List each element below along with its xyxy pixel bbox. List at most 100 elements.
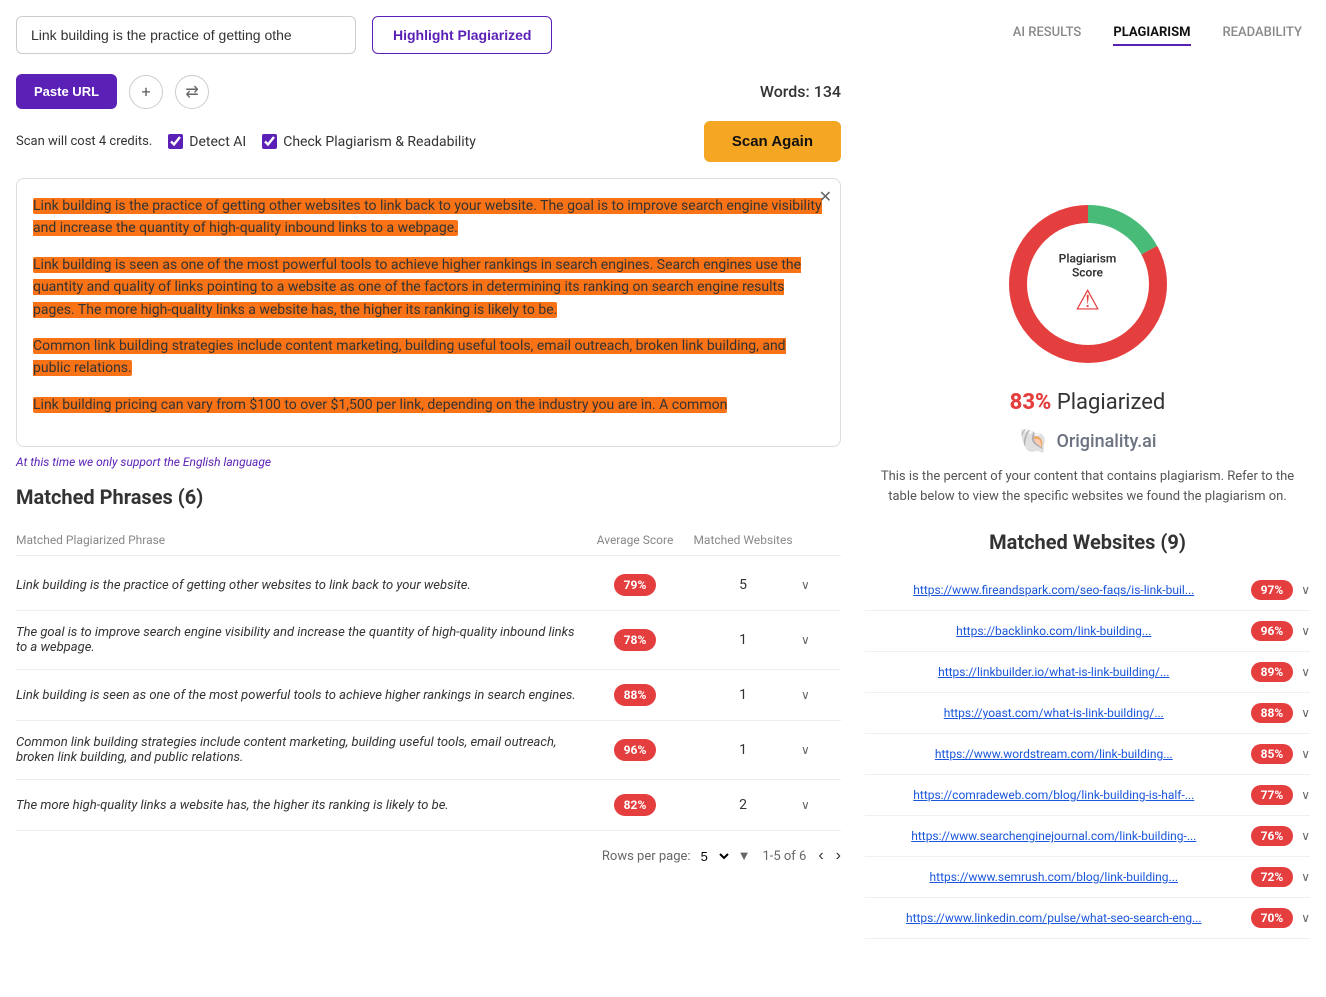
website-score-badge: 89% (1251, 662, 1294, 682)
website-expand-button[interactable]: ∨ (1301, 911, 1310, 925)
website-link[interactable]: https://linkbuilder.io/what-is-link-buil… (865, 665, 1243, 679)
phrase-text: Common link building strategies include … (16, 735, 577, 765)
matched-websites-title: Matched Websites (9) (865, 530, 1310, 554)
tab-ai-results[interactable]: AI RESULTS (1013, 25, 1082, 46)
website-row: https://backlinko.com/link-building... 9… (865, 611, 1310, 652)
score-pct: 83% (1010, 390, 1052, 415)
tab-readability[interactable]: READABILITY (1223, 25, 1303, 46)
score-badge: 82% (614, 794, 657, 816)
matched-count: 1 (693, 742, 793, 758)
detect-ai-checkbox-group: Detect AI (168, 134, 246, 150)
rows-per-page-select[interactable]: 5 10 25 (697, 848, 732, 865)
table-row: The more high-quality links a website ha… (16, 780, 841, 831)
col-header-phrase: Matched Plagiarized Phrase (16, 533, 577, 547)
scan-again-button[interactable]: Scan Again (704, 121, 841, 162)
expand-row-button[interactable]: ∨ (801, 633, 841, 647)
dropdown-chevron-icon: ▼ (738, 848, 751, 864)
website-row: https://comradeweb.com/blog/link-buildin… (865, 775, 1310, 816)
score-description: This is the percent of your content that… (865, 467, 1310, 506)
donut-center-content: Plagiarism Score ⚠ (1043, 252, 1133, 317)
website-score-badge: 88% (1251, 703, 1294, 723)
detect-ai-checkbox[interactable] (168, 134, 183, 149)
content-input[interactable] (16, 16, 356, 54)
donut-label: Plagiarism Score (1043, 252, 1133, 280)
english-only-note: At this time we only support the English… (16, 455, 841, 469)
tab-plagiarism[interactable]: PLAGIARISM (1113, 25, 1190, 46)
matched-phrases-title: Matched Phrases (6) (16, 485, 841, 509)
table-row: Common link building strategies include … (16, 721, 841, 780)
website-score-badge: 96% (1251, 621, 1294, 641)
share-icon: ⇄ (185, 82, 198, 101)
expand-row-button[interactable]: ∨ (801, 743, 841, 757)
matched-count: 1 (693, 632, 793, 648)
pagination-next-button[interactable]: › (836, 847, 841, 865)
expand-row-button[interactable]: ∨ (801, 798, 841, 812)
close-button[interactable]: ✕ (819, 187, 832, 207)
expand-row-button[interactable]: ∨ (801, 578, 841, 592)
add-button[interactable]: + (129, 75, 163, 109)
check-plagiarism-checkbox-group: Check Plagiarism & Readability (262, 134, 476, 150)
websites-list: https://www.fireandspark.com/seo-faqs/is… (865, 570, 1310, 939)
website-row: https://www.linkedin.com/pulse/what-seo-… (865, 898, 1310, 939)
score-donut-chart: Plagiarism Score ⚠ (998, 194, 1178, 374)
phrase-score: 78% (585, 629, 685, 651)
website-link[interactable]: https://www.semrush.com/blog/link-buildi… (865, 870, 1243, 884)
website-row: https://www.fireandspark.com/seo-faqs/is… (865, 570, 1310, 611)
phrase-score: 82% (585, 794, 685, 816)
expand-row-button[interactable]: ∨ (801, 688, 841, 702)
logo-text: Originality.ai (1056, 431, 1156, 452)
table-row: Link building is seen as one of the most… (16, 670, 841, 721)
website-score-badge: 72% (1251, 867, 1294, 887)
originality-logo: 🐚 Originality.ai (865, 427, 1310, 455)
pagination-bar: Rows per page: 5 10 25 ▼ 1-5 of 6 ‹ › (16, 847, 841, 865)
logo-icon: 🐚 (1019, 427, 1049, 455)
plus-icon: + (141, 82, 150, 101)
website-row: https://yoast.com/what-is-link-building/… (865, 693, 1310, 734)
website-link[interactable]: https://www.wordstream.com/link-building… (865, 747, 1243, 761)
plagiarized-label: Plagiarized (1057, 390, 1166, 415)
website-score-badge: 85% (1251, 744, 1294, 764)
share-button[interactable]: ⇄ (175, 75, 209, 109)
website-expand-button[interactable]: ∨ (1301, 665, 1310, 679)
pagination-range: 1-5 of 6 (762, 849, 806, 864)
matched-count: 1 (693, 687, 793, 703)
highlight-plagiarized-button[interactable]: Highlight Plagiarized (372, 16, 552, 54)
phrase-score: 88% (585, 684, 685, 706)
website-row: https://www.wordstream.com/link-building… (865, 734, 1310, 775)
website-score-badge: 76% (1251, 826, 1294, 846)
website-link[interactable]: https://yoast.com/what-is-link-building/… (865, 706, 1243, 720)
website-link[interactable]: https://www.linkedin.com/pulse/what-seo-… (865, 911, 1243, 925)
website-expand-button[interactable]: ∨ (1301, 788, 1310, 802)
col-header-expand (801, 533, 841, 547)
table-row: The goal is to improve search engine vis… (16, 611, 841, 670)
paragraph-4: Link building pricing can vary from $100… (33, 394, 824, 416)
website-expand-button[interactable]: ∨ (1301, 829, 1310, 843)
website-expand-button[interactable]: ∨ (1301, 870, 1310, 884)
website-expand-button[interactable]: ∨ (1301, 583, 1310, 597)
website-row: https://linkbuilder.io/what-is-link-buil… (865, 652, 1310, 693)
website-expand-button[interactable]: ∨ (1301, 624, 1310, 638)
website-link[interactable]: https://www.fireandspark.com/seo-faqs/is… (865, 583, 1243, 597)
paragraph-3: Common link building strategies include … (33, 335, 824, 380)
website-link[interactable]: https://www.searchenginejournal.com/link… (865, 829, 1243, 843)
website-link[interactable]: https://backlinko.com/link-building... (865, 624, 1243, 638)
rows-per-page-selector[interactable]: Rows per page: 5 10 25 ▼ (602, 848, 751, 865)
col-header-score: Average Score (585, 533, 685, 547)
check-plagiarism-checkbox[interactable] (262, 134, 277, 149)
paste-url-button[interactable]: Paste URL (16, 74, 117, 109)
detect-ai-label: Detect AI (189, 134, 246, 150)
website-score-badge: 77% (1251, 785, 1294, 805)
paragraph-2: Link building is seen as one of the most… (33, 254, 824, 321)
score-badge: 78% (614, 629, 657, 651)
table-header-row: Matched Plagiarized Phrase Average Score… (16, 525, 841, 556)
phrase-text: The goal is to improve search engine vis… (16, 625, 577, 655)
score-badge: 96% (614, 739, 657, 761)
score-badge: 79% (614, 574, 657, 596)
website-score-badge: 70% (1251, 908, 1294, 928)
phrase-score: 96% (585, 739, 685, 761)
website-expand-button[interactable]: ∨ (1301, 747, 1310, 761)
plagiarism-score-section: Plagiarism Score ⚠ 83% Plagiarized 🐚 Ori… (865, 178, 1310, 955)
website-expand-button[interactable]: ∨ (1301, 706, 1310, 720)
website-link[interactable]: https://comradeweb.com/blog/link-buildin… (865, 788, 1243, 802)
pagination-prev-button[interactable]: ‹ (818, 847, 823, 865)
